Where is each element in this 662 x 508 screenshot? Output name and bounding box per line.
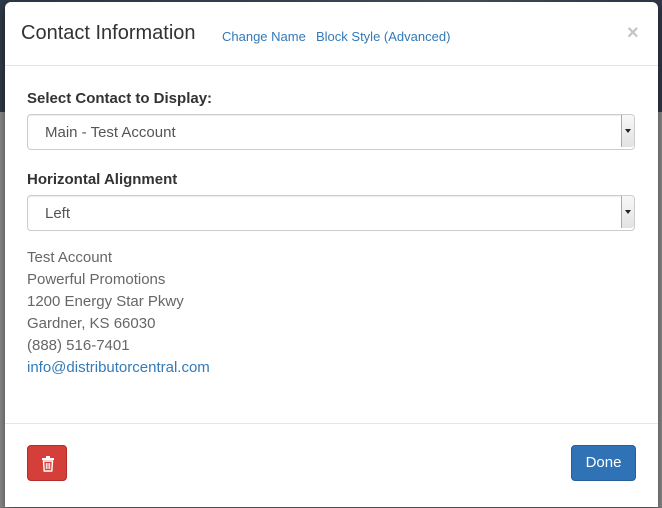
contact-phone: (888) 516-7401	[27, 337, 130, 354]
alignment-select-value: Left	[45, 205, 71, 222]
modal-header: Contact Information Change Name Block St…	[5, 2, 658, 66]
contact-select[interactable]: Main - Test Account	[27, 114, 635, 150]
contact-name: Test Account	[27, 249, 113, 266]
chevron-down-icon[interactable]	[621, 196, 634, 228]
block-style-link[interactable]: Block Style (Advanced)	[316, 29, 450, 44]
chevron-down-icon[interactable]	[621, 115, 634, 147]
modal-footer: Done	[5, 423, 658, 508]
contact-select-label: Select Contact to Display:	[27, 90, 213, 107]
change-name-link[interactable]: Change Name	[222, 29, 306, 44]
contact-select-value: Main - Test Account	[45, 124, 176, 141]
trash-icon	[42, 456, 54, 472]
contact-street: 1200 Energy Star Pkwy	[27, 293, 184, 310]
done-button[interactable]: Done	[571, 445, 636, 481]
close-icon[interactable]: ×	[627, 23, 639, 43]
contact-information-modal: Contact Information Change Name Block St…	[5, 2, 658, 507]
delete-button[interactable]	[27, 445, 67, 481]
alignment-select-label: Horizontal Alignment	[27, 171, 178, 188]
contact-company: Powerful Promotions	[27, 271, 166, 288]
modal-title: Contact Information	[21, 22, 196, 44]
contact-city-state-zip: Gardner, KS 66030	[27, 315, 156, 332]
contact-email-link[interactable]: info@distributorcentral.com	[27, 357, 210, 379]
alignment-select[interactable]: Left	[27, 195, 635, 231]
